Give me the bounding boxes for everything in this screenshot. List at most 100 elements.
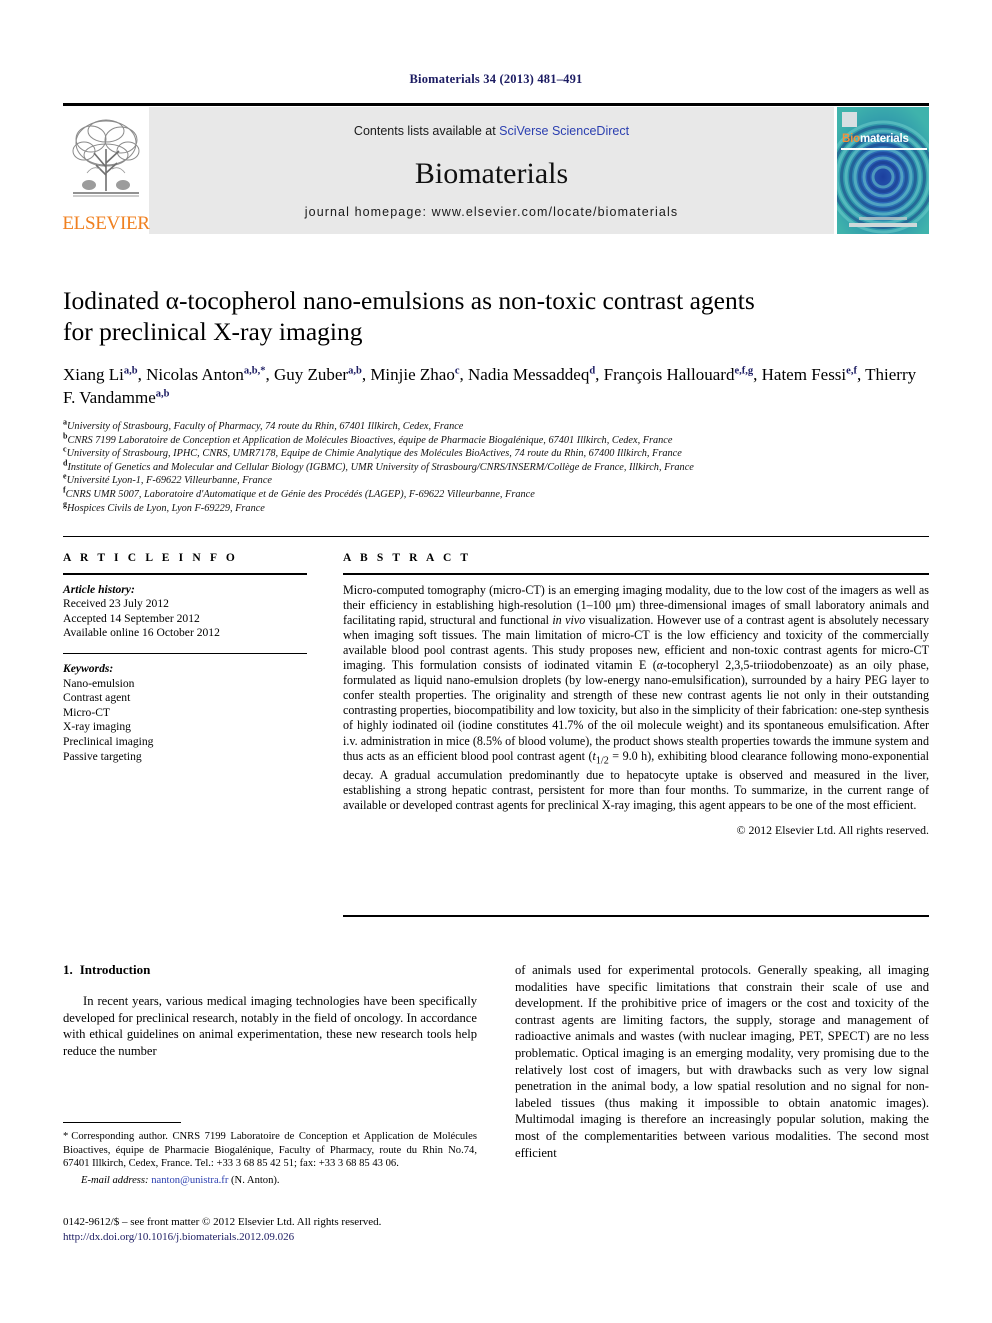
affiliation-text: CNRS UMR 5007, Laboratoire d'Automatique… (65, 488, 535, 500)
author-list: Xiang Lia,b, Nicolas Antona,b,*, Guy Zub… (63, 365, 917, 407)
keyword-item: Preclinical imaging (63, 734, 154, 748)
section-name: Introduction (79, 962, 151, 977)
author-name: François Hallouard (603, 365, 735, 384)
page-title: Iodinated α-tocopherol nano-emulsions as… (63, 285, 929, 347)
keyword-item: Passive targeting (63, 749, 142, 763)
author-affiliation-marker: c (454, 365, 460, 377)
journal-title: Biomaterials (414, 157, 569, 190)
affiliation-list: aUniversity of Strasbourg, Faculty of Ph… (63, 418, 929, 516)
banner-center: Contents lists available at SciVerse Sci… (149, 107, 834, 234)
author-name: Nicolas Anton (146, 365, 244, 384)
corresponding-author-marker: * (63, 1131, 69, 1142)
journal-banner: ELSEVIER Contents lists available at Sci… (62, 103, 929, 234)
sciencedirect-link[interactable]: SciVerse ScienceDirect (499, 124, 629, 138)
keywords-rule (63, 652, 307, 654)
keyword-item: X-ray imaging (63, 720, 131, 734)
affiliation-item: gHospices Civils de Lyon, Lyon F-69229, … (63, 500, 929, 516)
article-info-rule (63, 573, 307, 575)
corresponding-author-note: * Corresponding author. CNRS 7199 Laborat… (63, 1130, 477, 1171)
history-available-online: Available online 16 October 2012 (63, 626, 220, 640)
elsevier-wordmark: ELSEVIER (62, 213, 150, 234)
cover-footer-line-1 (849, 223, 917, 227)
author-affiliation-marker: a,b (155, 388, 170, 400)
contents-available-line: Contents lists available at SciVerse Sci… (149, 124, 834, 138)
article-history-label: Article history: (63, 582, 135, 596)
contents-prefix: Contents lists available at (353, 124, 500, 138)
affiliation-item: bCNRS 7199 Laboratoire de Conception et … (63, 432, 929, 448)
affiliation-text: Hospices Civils de Lyon, Lyon F-69229, F… (67, 502, 265, 514)
section-number: 1. (63, 962, 73, 977)
article-title-line-2: for preclinical X-ray imaging (63, 317, 363, 346)
author-name: Hatem Fessi (761, 365, 847, 384)
running-head: Biomaterials 34 (2013) 481–491 (409, 72, 583, 86)
abstract-subscript-half: 1/2 (595, 755, 609, 767)
paper-page: Biomaterials 34 (2013) 481–491 ELSEVIER … (0, 0, 992, 1323)
email-note: E-mail address: nanton@unistra.fr (N. An… (63, 1174, 477, 1188)
keyword-item: Nano-emulsion (63, 676, 135, 690)
cover-journal-title: Biomaterials (842, 133, 909, 145)
author-affiliation-marker: a,b (348, 365, 362, 377)
abstract-copyright: © 2012 Elsevier Ltd. All rights reserved… (736, 823, 929, 838)
email-link[interactable]: nanton@unistra.fr (151, 1175, 228, 1186)
abstract-italic-in-vivo: in vivo (552, 612, 586, 627)
affiliation-text: CNRS 7199 Laboratoire de Conception et A… (67, 434, 673, 446)
article-info-heading: A R T I C L E I N F O (63, 552, 238, 564)
footnote-block: * Corresponding author. CNRS 7199 Laborat… (63, 1130, 477, 1187)
affiliation-item: eUniversité Lyon-1, F-69622 Villeurbanne… (63, 472, 929, 488)
abstract-bottom-rule (343, 915, 929, 917)
cover-divider (841, 148, 927, 150)
abstract-section-top-rule (63, 536, 929, 537)
author-name: Guy Zuber (273, 365, 349, 384)
journal-homepage-link[interactable]: journal homepage: www.elsevier.com/locat… (149, 205, 834, 219)
email-suffix: (N. Anton). (231, 1174, 280, 1186)
cover-elsevier-mark (842, 112, 857, 127)
issn-line: 0142-9612/$ – see front matter © 2012 El… (63, 1216, 382, 1228)
history-accepted: Accepted 14 September 2012 (63, 611, 200, 625)
affiliation-item: cUniversity of Strasbourg, IPHC, CNRS, U… (63, 445, 929, 461)
history-received: Received 23 July 2012 (63, 597, 169, 611)
author-affiliation-marker: e,f (846, 365, 857, 377)
abstract-section: A B S T R A C T Micro-computed tomograph… (343, 552, 929, 838)
abstract-part-3: -tocopheryl 2,3,5-triiodobenzoate) as an… (343, 658, 930, 763)
section-heading-introduction: 1. Introduction (63, 962, 477, 978)
abstract-heading: A B S T R A C T (343, 552, 472, 564)
cover-title-bio: Bio (842, 133, 860, 145)
intro-paragraph-right: of animals used for experimental protoco… (515, 963, 929, 1160)
elsevier-logo: ELSEVIER (62, 107, 150, 234)
keyword-item: Contrast agent (63, 691, 131, 705)
title-block: Iodinated α-tocopherol nano-emulsions as… (63, 285, 929, 515)
author-affiliation-marker: a,b,* (243, 365, 266, 377)
journal-cover-thumbnail: Biomaterials (834, 107, 929, 234)
banner-top-rule (63, 103, 929, 106)
author-name: Nadia Messaddeq (468, 365, 590, 384)
affiliation-text: University of Strasbourg, Faculty of Pha… (67, 421, 464, 432)
doi-link[interactable]: http://dx.doi.org/10.1016/j.biomaterials… (63, 1230, 563, 1245)
author-affiliation-marker: a,b (123, 365, 138, 377)
email-label: E-mail address: (81, 1174, 149, 1186)
abstract-rule (343, 573, 929, 575)
corresponding-author-text: Corresponding author. CNRS 7199 Laborato… (63, 1131, 477, 1170)
affiliation-text: Institute of Genetics and Molecular and … (67, 461, 694, 473)
article-history-group: Article history: Received 23 July 2012 A… (63, 583, 307, 641)
article-info-section: A R T I C L E I N F O Article history: R… (63, 552, 307, 764)
author-affiliation-marker: e,f,g (734, 365, 754, 377)
article-title-line-1: Iodinated α-tocopherol nano-emulsions as… (63, 286, 755, 315)
cover-footer-line-2 (859, 217, 907, 220)
keywords-label: Keywords: (63, 661, 114, 675)
author-name: Minjie Zhao (370, 365, 455, 384)
affiliation-text: Université Lyon-1, F-69622 Villeurbanne,… (66, 475, 272, 487)
introduction-left-column: 1. Introduction In recent years, various … (63, 962, 477, 1059)
abstract-text: Micro-computed tomography (micro-CT) is … (343, 583, 929, 814)
author-name: Xiang Li (63, 365, 124, 384)
keywords-group: Keywords: Nano-emulsion Contrast agent M… (63, 662, 307, 764)
intro-paragraph-left: In recent years, various medical imaging… (63, 994, 477, 1058)
affiliation-item: dInstitute of Genetics and Molecular and… (63, 459, 929, 475)
introduction-right-column: of animals used for experimental protoco… (515, 962, 929, 1161)
affiliation-item: aUniversity of Strasbourg, Faculty of Ph… (63, 418, 929, 434)
footnote-rule (63, 1122, 181, 1123)
issn-block: 0142-9612/$ – see front matter © 2012 El… (63, 1215, 563, 1245)
author-affiliation-marker: d (589, 365, 596, 377)
cover-title-materials: materials (859, 133, 909, 145)
elsevier-tree-icon (72, 119, 140, 197)
affiliation-text: University of Strasbourg, IPHC, CNRS, UM… (66, 448, 682, 460)
